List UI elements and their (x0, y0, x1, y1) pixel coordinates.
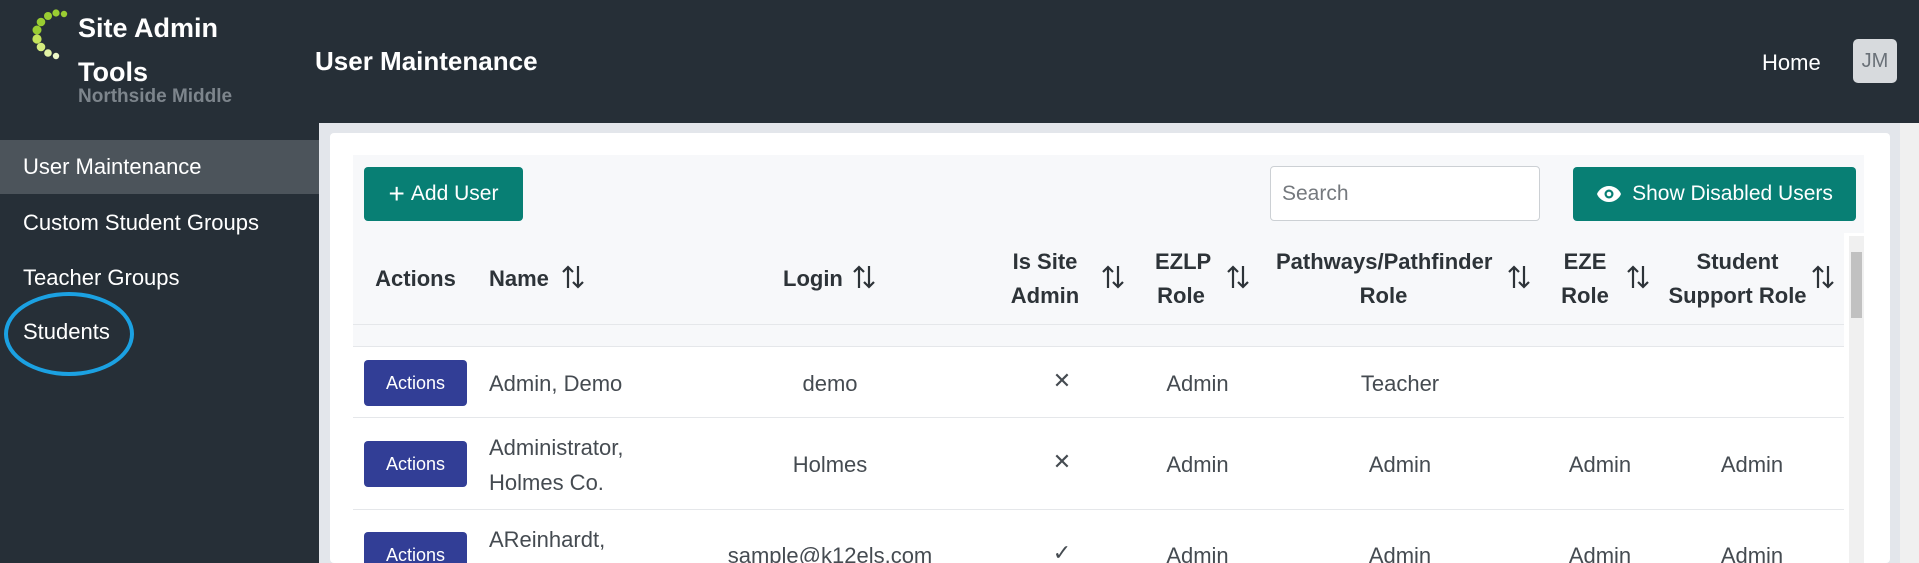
column-header-ezlp-role[interactable]: EZLP Role (1155, 245, 1211, 313)
spinner-logo-icon (32, 9, 68, 60)
cell-eze-role: Admin (1568, 452, 1632, 477)
table-scrollbar-thumb[interactable] (1851, 252, 1862, 318)
cell-name-line2: Holmes Co. (489, 470, 604, 495)
sidebar-item-custom-student-groups[interactable]: Custom Student Groups (0, 196, 319, 250)
filter-row (353, 325, 1844, 347)
sort-icon[interactable] (852, 263, 876, 291)
cell-login: Holmes (792, 452, 868, 477)
page-scrollbar[interactable] (1900, 123, 1919, 563)
cell-login: sample@k12els.com (727, 543, 933, 563)
cell-name: Administrator, (489, 435, 624, 460)
sort-icon[interactable] (1101, 263, 1125, 291)
add-user-button[interactable]: + Add User (364, 167, 523, 221)
cell-ezlp-role: Admin (1166, 543, 1229, 563)
column-header-actions: Actions (375, 266, 456, 291)
cell-login: demo (802, 371, 858, 396)
cell-ezlp-role: Admin (1166, 371, 1229, 396)
row-divider (353, 509, 1844, 510)
cell-support-role: Admin (1720, 543, 1784, 563)
cell-support-role: Admin (1720, 452, 1784, 477)
sort-icon[interactable] (561, 263, 585, 291)
column-header-name[interactable]: Name (489, 262, 549, 296)
cell-pathways-role: Admin (1368, 543, 1432, 563)
column-header-eze-role[interactable]: EZE Role (1560, 245, 1610, 313)
search-input[interactable] (1270, 166, 1540, 221)
user-avatar[interactable]: JM (1853, 39, 1897, 83)
cell-pathways-role: Teacher (1360, 371, 1440, 396)
column-header-student-support-role[interactable]: Student Support Role (1665, 245, 1810, 313)
row-actions-button[interactable]: Actions (364, 532, 467, 563)
column-header-is-site-admin[interactable]: Is Site Admin (1004, 245, 1086, 313)
sort-icon[interactable] (1507, 263, 1531, 291)
home-link[interactable]: Home (1762, 50, 1821, 76)
plus-icon: + (388, 178, 405, 209)
cell-pathways-role: Admin (1368, 452, 1432, 477)
brand-title: Site Admin Tools (78, 13, 219, 87)
cell-name: AReinhardt, (489, 527, 606, 552)
cell-name: Admin, Demo (489, 371, 623, 396)
add-user-label: Add User (410, 182, 499, 205)
sidebar-item-user-maintenance[interactable]: User Maintenance (0, 140, 319, 194)
cell-site-admin-x-icon: ✕ (1052, 449, 1072, 474)
sort-icon[interactable] (1626, 263, 1650, 291)
highlight-circle-annotation (4, 292, 134, 376)
show-disabled-users-label: Show Disabled Users (1632, 182, 1833, 205)
sort-icon[interactable] (1811, 263, 1835, 291)
top-header (0, 0, 1919, 123)
sort-icon[interactable] (1226, 263, 1250, 291)
cell-ezlp-role: Admin (1166, 452, 1229, 477)
column-header-login[interactable]: Login (783, 262, 843, 296)
column-header-pathways-role[interactable]: Pathways/Pathfinder Role (1276, 245, 1492, 313)
show-disabled-users-button[interactable]: Show Disabled Users (1573, 167, 1856, 221)
page-title: User Maintenance (315, 46, 538, 76)
cell-site-admin-check-icon: ✓ (1052, 540, 1072, 563)
eye-icon (1597, 186, 1622, 202)
row-actions-button[interactable]: Actions (364, 360, 467, 406)
row-divider (353, 417, 1844, 418)
row-actions-button[interactable]: Actions (364, 441, 467, 487)
cell-site-admin-x-icon: ✕ (1052, 368, 1072, 393)
cell-eze-role: Admin (1568, 543, 1632, 563)
brand-subtitle: Northside Middle (78, 86, 233, 107)
